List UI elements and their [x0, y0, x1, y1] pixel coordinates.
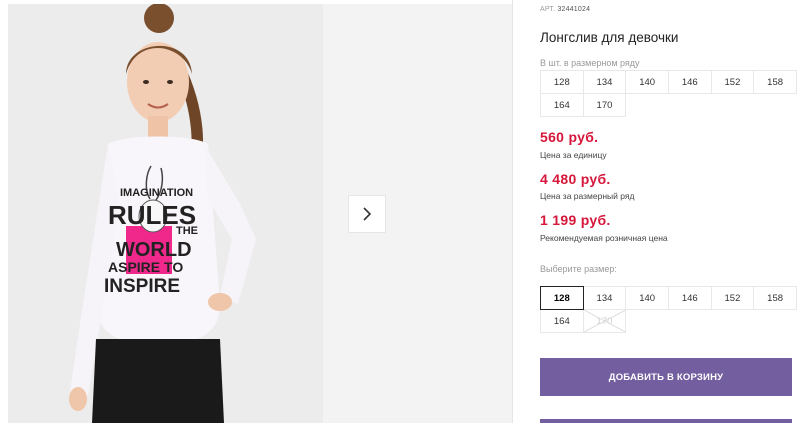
article-value: 32441024: [557, 6, 591, 13]
pack-price-caption: Цена за размерный ряд: [540, 191, 635, 201]
pack-size-cell: 164: [540, 93, 584, 117]
product-title: Лонгслив для девочки: [540, 30, 679, 45]
pack-size-cell: 134: [582, 70, 627, 94]
pack-sizes-label: В шт. в размерном ряду: [540, 58, 640, 68]
size-option[interactable]: 146: [667, 286, 712, 310]
secondary-button-edge[interactable]: [540, 419, 792, 423]
pack-size-cell: 170: [582, 93, 627, 117]
pack-size-cell: 128: [540, 70, 584, 94]
pack-size-cell: 146: [667, 70, 712, 94]
divider: [512, 0, 513, 423]
choose-size-label: Выберите размер:: [540, 264, 617, 274]
size-option[interactable]: 152: [710, 286, 755, 310]
print-line6: INSPIRE: [104, 276, 180, 297]
size-option[interactable]: 164: [540, 309, 584, 333]
article-number: АРТ. 32441024: [540, 6, 590, 13]
print-line5: ASPIRE TO: [108, 259, 183, 275]
pack-price: 4 480 руб.: [540, 171, 611, 187]
product-gallery: IMAGINATION RULES THE WORLD ASPIRE TO IN…: [0, 0, 512, 423]
size-option[interactable]: 134: [582, 286, 627, 310]
print-line3: THE: [176, 225, 198, 237]
unit-price-caption: Цена за единицу: [540, 150, 607, 160]
pack-size-cell: 152: [710, 70, 755, 94]
girl-longsleeve-photo: IMAGINATION RULES THE WORLD ASPIRE TO IN…: [8, 4, 323, 423]
size-option[interactable]: 158: [753, 286, 797, 310]
pack-size-cell: 140: [625, 70, 669, 94]
size-option-selected[interactable]: 128: [540, 286, 584, 310]
retail-price: 1 199 руб.: [540, 212, 611, 228]
add-to-cart-button[interactable]: ДОБАВИТЬ В КОРЗИНУ: [540, 358, 792, 396]
article-label: АРТ.: [540, 6, 556, 13]
pack-sizes-grid: 128 134 140 146 152 158 164 170: [540, 70, 797, 117]
size-picker-grid: 128 134 140 146 152 158 164 170: [540, 286, 797, 333]
cross-out-icon: [583, 310, 626, 332]
next-image-button[interactable]: [348, 195, 386, 233]
size-option-unavailable: 170: [582, 309, 627, 333]
pack-size-cell: 158: [753, 70, 797, 94]
product-photo[interactable]: IMAGINATION RULES THE WORLD ASPIRE TO IN…: [8, 4, 323, 423]
size-option[interactable]: 140: [625, 286, 669, 310]
retail-price-caption: Рекомендуемая розничная цена: [540, 233, 668, 243]
unit-price: 560 руб.: [540, 129, 599, 145]
print-line1: IMAGINATION: [120, 187, 193, 199]
product-info-panel: АРТ. 32441024 Лонгслив для девочки В шт.…: [540, 0, 797, 423]
chevron-right-icon: [363, 207, 372, 221]
print-line4: WORLD: [116, 239, 192, 261]
